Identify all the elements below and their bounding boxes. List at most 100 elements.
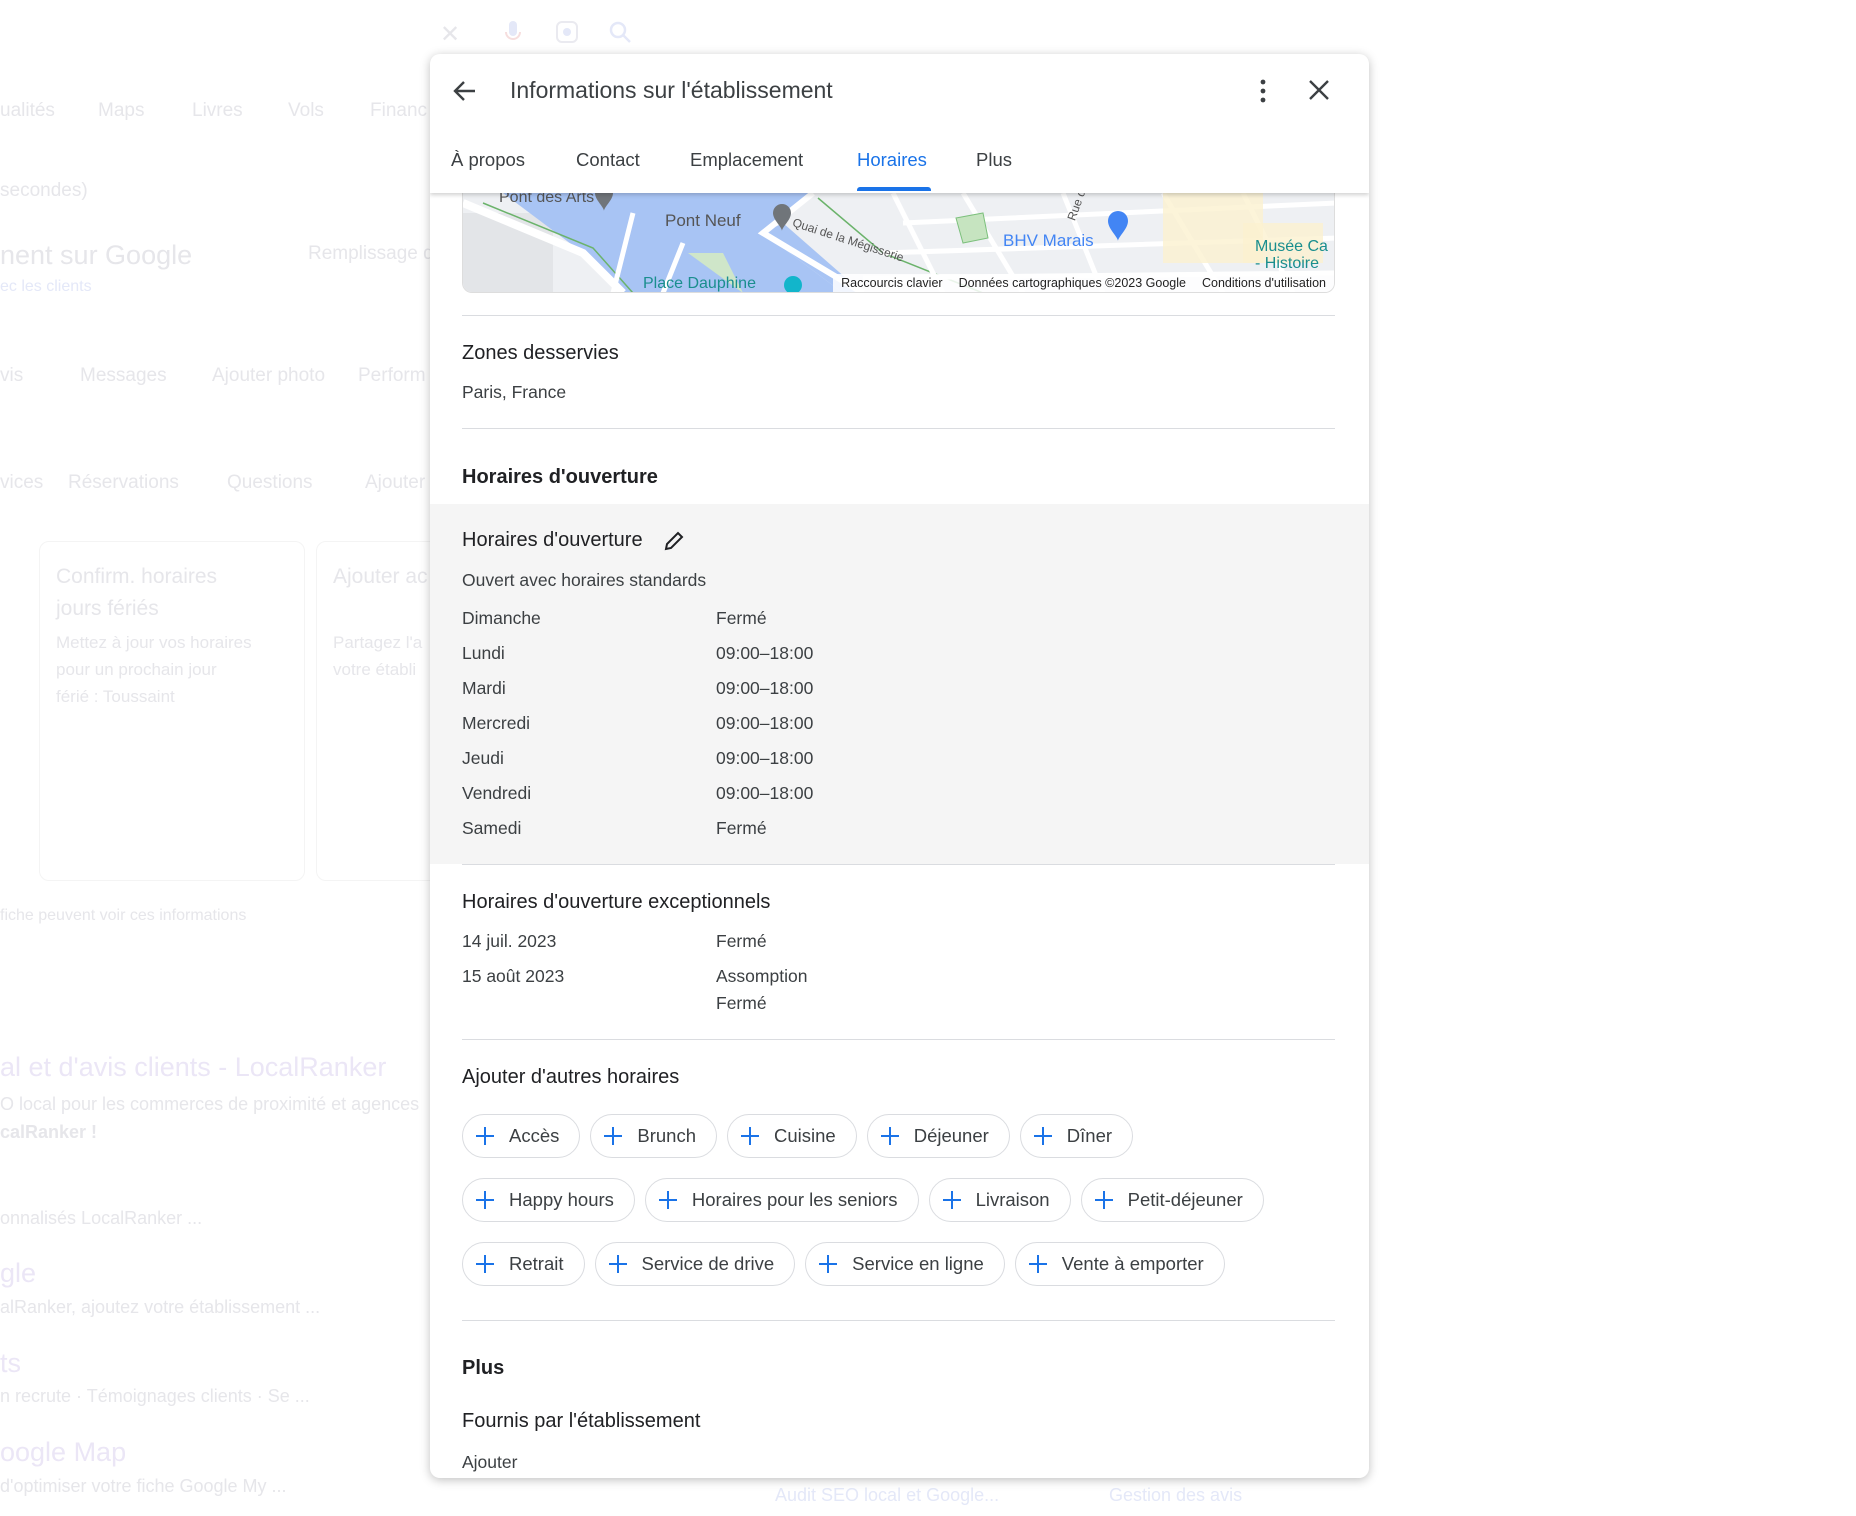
result-snippet: O local pour les commerces de proximité …	[0, 1094, 420, 1114]
nav-chip[interactable]: Maps	[98, 100, 144, 122]
action-label[interactable]: Réservations	[68, 472, 179, 494]
action-label[interactable]: vices	[0, 472, 43, 494]
divider	[462, 1320, 1335, 1321]
chip-row: Accès Brunch Cuisine Déjeuner Dîner	[462, 1114, 1134, 1158]
add-hours-chip[interactable]: Retrait	[462, 1242, 585, 1286]
plus-icon	[818, 1254, 838, 1274]
add-hours-chip[interactable]: Service de drive	[594, 1242, 796, 1286]
plus-icon	[475, 1190, 495, 1210]
more-options-icon[interactable]	[1256, 78, 1270, 104]
nav-chip[interactable]: Vols	[288, 100, 324, 122]
bottom-link[interactable]: Gestion des avis	[1109, 1485, 1242, 1506]
tab-location[interactable]: Emplacement	[690, 148, 803, 172]
add-attribute-link[interactable]: Ajouter	[462, 1451, 517, 1473]
special-date: 15 août 2023	[462, 966, 565, 986]
tab-contact[interactable]: Contact	[576, 148, 640, 172]
map-label: Pont des Arts	[499, 193, 595, 206]
add-hours-chip[interactable]: Brunch	[590, 1114, 718, 1158]
special-value: Fermé	[716, 931, 767, 951]
action-label[interactable]: Perform	[358, 365, 426, 387]
plus-icon	[740, 1126, 760, 1146]
result-title[interactable]: gle	[0, 1258, 36, 1289]
nav-chip[interactable]: ualités	[0, 100, 55, 122]
add-hours-chip[interactable]: Vente à emporter	[1014, 1242, 1225, 1286]
hours-value: Fermé	[716, 818, 767, 838]
plus-icon	[658, 1190, 678, 1210]
add-hours-chip[interactable]: Horaires pour les seniors	[644, 1178, 919, 1222]
add-hours-chip[interactable]: Cuisine	[727, 1114, 857, 1158]
profile-link[interactable]: ec les clients	[0, 278, 92, 296]
chip-label: Accès	[509, 1125, 560, 1146]
add-hours-chip[interactable]: Accès	[462, 1114, 581, 1158]
hours-day: Vendredi	[462, 783, 532, 803]
chip-label: Horaires pour les seniors	[691, 1189, 898, 1210]
tab-about[interactable]: À propos	[451, 148, 525, 172]
terms-link[interactable]: Conditions d'utilisation	[1202, 276, 1326, 290]
action-label[interactable]: Ajouter	[365, 472, 425, 494]
profile-fill: Remplissage d	[308, 243, 434, 264]
divider	[462, 315, 1335, 316]
tab-hours[interactable]: Horaires	[857, 148, 927, 172]
add-hours-chip[interactable]: Service en ligne	[805, 1242, 1005, 1286]
mic-icon	[505, 21, 521, 40]
plus-icon	[1033, 1126, 1053, 1146]
result-stats: secondes)	[0, 180, 88, 201]
result-snippet: alRanker, ajoutez votre établissement ..…	[0, 1297, 321, 1317]
add-hours-chip[interactable]: Livraison	[928, 1178, 1071, 1222]
edit-pencil-icon[interactable]	[663, 530, 685, 552]
hours-status: Ouvert avec horaires standards	[462, 570, 707, 590]
more-section-title: Plus	[462, 1357, 505, 1379]
map-label: BHV Marais	[1003, 231, 1094, 250]
hours-day: Mardi	[462, 678, 506, 698]
action-label[interactable]: Ajouter photo	[212, 365, 325, 387]
zones-value: Paris, France	[462, 382, 567, 402]
add-hours-chip[interactable]: Déjeuner	[866, 1114, 1010, 1158]
add-hours-chip[interactable]: Happy hours	[462, 1178, 635, 1222]
clear-search-icon: ✕	[440, 21, 461, 48]
chip-label: Déjeuner	[913, 1125, 989, 1146]
hours-value: 09:00–18:00	[716, 713, 814, 733]
card-title: Confirm. horaires	[56, 565, 218, 588]
close-icon[interactable]	[1307, 78, 1331, 102]
card-holiday-hours[interactable]	[39, 541, 305, 881]
divider	[462, 864, 1335, 865]
hours-section-title: Horaires d'ouverture	[462, 466, 658, 488]
zones-title: Zones desservies	[462, 342, 619, 364]
result-title[interactable]: al et d'avis clients - LocalRanker	[0, 1052, 386, 1083]
nav-chip[interactable]: Financ	[370, 100, 427, 122]
nav-chip[interactable]: Livres	[192, 100, 243, 122]
map-data-credit: Données cartographiques ©2023 Google	[958, 276, 1186, 290]
hours-panel[interactable]	[430, 504, 1369, 864]
chip-label: Happy hours	[509, 1189, 614, 1210]
hours-value: 09:00–18:00	[716, 783, 814, 803]
keyboard-shortcuts-link[interactable]: Raccourcis clavier	[841, 276, 942, 290]
map-attribution: Raccourcis clavier Données cartographiqu…	[833, 274, 1334, 292]
hours-day: Lundi	[462, 643, 505, 663]
chip-label: Retrait	[509, 1253, 564, 1274]
map-preview[interactable]: Pont des Arts Pont Neuf Quai de la Mégis…	[462, 193, 1335, 293]
provided-by-business: Fournis par l'établissement	[462, 1410, 701, 1432]
card-title: Ajouter ac	[333, 565, 428, 588]
bottom-link[interactable]: Audit SEO local et Google...	[775, 1485, 999, 1506]
result-snippet: d'optimiser votre fiche Google My ...	[0, 1476, 287, 1496]
map-label: Place Dauphine	[643, 275, 756, 292]
map-label: Musée Ca	[1255, 238, 1328, 255]
add-hours-chip[interactable]: Petit-déjeuner	[1080, 1178, 1264, 1222]
action-label[interactable]: vis	[0, 365, 23, 387]
plus-icon	[475, 1254, 495, 1274]
hours-value: Fermé	[716, 608, 767, 628]
search-icon	[609, 21, 631, 43]
action-label[interactable]: Messages	[80, 365, 167, 387]
back-arrow-icon[interactable]	[452, 78, 478, 104]
result-title[interactable]: ts	[0, 1348, 21, 1379]
hours-day: Mercredi	[462, 713, 531, 733]
tab-more[interactable]: Plus	[976, 148, 1012, 172]
action-label[interactable]: Questions	[227, 472, 313, 494]
chip-row: Happy hours Horaires pour les seniors Livr…	[462, 1178, 1264, 1222]
map-label: - Histoire	[1255, 255, 1320, 272]
chip-label: Cuisine	[774, 1125, 836, 1146]
chip-label: Livraison	[975, 1189, 1050, 1210]
add-hours-chip[interactable]: Dîner	[1019, 1114, 1134, 1158]
result-title[interactable]: oogle Map	[0, 1437, 126, 1468]
profile-title: nent sur Google	[0, 240, 193, 270]
